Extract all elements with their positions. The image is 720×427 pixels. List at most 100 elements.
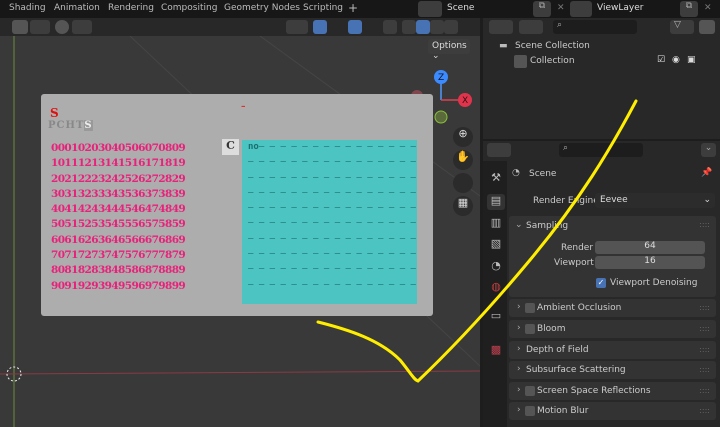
editor-type-icon[interactable]	[487, 143, 511, 157]
snap-icon[interactable]	[12, 20, 28, 34]
solid-shading-icon[interactable]	[416, 20, 430, 34]
grid-row[interactable]: 70717273747576777879	[51, 248, 186, 263]
close-view-layer-icon[interactable]: ✕	[704, 3, 712, 13]
wireframe-shading-icon[interactable]	[402, 20, 416, 34]
collection-icon: ▬	[499, 41, 508, 51]
world-tab-icon[interactable]: ◍	[487, 280, 505, 296]
tab-animation[interactable]: Animation	[54, 3, 100, 13]
snap-target-icon[interactable]	[30, 20, 50, 34]
options-dropdown[interactable]: Options ⌄	[428, 39, 470, 61]
section-label: Ambient Occlusion	[537, 303, 622, 313]
collection-icon	[514, 55, 527, 68]
pin-icon[interactable]: 📌	[701, 168, 712, 178]
chevron-down-icon[interactable]: ⌄	[515, 220, 523, 230]
options-label: Options	[432, 41, 467, 51]
grid-row[interactable]: 40414243444546474849	[51, 202, 186, 217]
section-subsurface-scattering[interactable]: › Subsurface Scattering::::	[509, 361, 716, 379]
svg-text:Z: Z	[438, 73, 444, 83]
section-ambient-occlusion[interactable]: › Ambient Occlusion::::	[509, 299, 716, 317]
grid-row[interactable]: 30313233343536373839	[51, 187, 186, 202]
close-scene-icon[interactable]: ✕	[557, 3, 565, 13]
scene-collection-label[interactable]: Scene Collection	[515, 41, 590, 51]
view-layer-tab-icon[interactable]: ▧	[487, 237, 505, 253]
xray-icon[interactable]	[383, 20, 397, 34]
visibility-icon[interactable]	[286, 20, 308, 34]
section-screen-space-reflections[interactable]: › Screen Space Reflections::::	[509, 382, 716, 400]
outliner: ⌕ ▽ ▬ Scene Collection Collection ☑ ◉ ▣	[483, 18, 720, 139]
tab-compositing[interactable]: Compositing	[161, 3, 217, 13]
tab-c[interactable]: C	[57, 120, 66, 131]
render-tab-icon[interactable]: ▤	[487, 194, 505, 210]
add-workspace-button[interactable]: +	[348, 1, 358, 15]
output-tab-icon[interactable]: ▥	[487, 216, 505, 232]
grid-row[interactable]: 60616263646566676869	[51, 233, 186, 248]
tab-s[interactable]: S	[84, 120, 93, 131]
properties-search-input[interactable]: ⌕	[559, 143, 643, 157]
view-layer-icon[interactable]	[570, 1, 592, 17]
section-label: Screen Space Reflections	[537, 386, 651, 396]
material-shading-icon[interactable]	[430, 20, 444, 34]
viewport-samples-field[interactable]: 16	[595, 256, 705, 269]
panel-dashes: – – – – – – – – – – – – – – – – – – – – …	[258, 142, 417, 152]
drag-handle-icon[interactable]: ::::	[699, 220, 710, 229]
context-label: Scene	[529, 169, 557, 179]
viewport-samples-label: Viewport	[554, 258, 594, 268]
number-grid: 00010203040506070809 1011121314151617181…	[51, 141, 186, 294]
section-checkbox[interactable]	[525, 324, 535, 334]
rendered-shading-icon[interactable]	[444, 20, 458, 34]
eye-icon[interactable]: ◉	[672, 55, 680, 65]
collection-label[interactable]: Collection	[530, 56, 575, 66]
exclude-checkbox[interactable]: ☑	[657, 55, 665, 65]
outliner-search-input[interactable]: ⌕	[553, 20, 637, 34]
section-checkbox[interactable]	[525, 386, 535, 396]
filter-icon[interactable]: ▽	[670, 20, 694, 34]
scene-tab-icon[interactable]: ◔	[487, 259, 505, 275]
section-checkbox[interactable]	[525, 406, 535, 416]
sampling-title[interactable]: Sampling	[526, 221, 568, 231]
tab-p[interactable]: P	[48, 120, 57, 131]
text-panel: no– – – – – – – – – – – – – – – – – – – …	[242, 140, 417, 304]
display-mode-icon[interactable]	[489, 20, 513, 34]
grid-row[interactable]: 00010203040506070809	[51, 141, 186, 156]
section-checkbox[interactable]	[525, 303, 535, 313]
scene-selector-icon[interactable]	[418, 1, 442, 17]
section-depth-of-field[interactable]: › Depth of Field::::	[509, 341, 716, 359]
gizmo-toggle-icon[interactable]	[313, 20, 327, 34]
new-collection-icon[interactable]	[699, 20, 715, 34]
camera-icon[interactable]: ▣	[687, 55, 696, 65]
overlay-toggle-icon[interactable]	[348, 20, 362, 34]
scene-name[interactable]: Scene	[447, 3, 474, 13]
camera-view-icon[interactable]	[453, 173, 473, 193]
view-layer-name[interactable]: ViewLayer	[597, 3, 643, 13]
pan-hand-icon[interactable]: ✋	[453, 150, 473, 170]
collection-tab-icon[interactable]: ▭	[487, 309, 505, 325]
grid-row[interactable]: 50515253545556575859	[51, 217, 186, 232]
ortho-grid-icon[interactable]: ▦	[453, 196, 473, 216]
filter-view-icon[interactable]	[519, 20, 543, 34]
tab-h[interactable]: H	[66, 120, 76, 131]
tool-tab-icon[interactable]: ⚒	[487, 171, 505, 187]
grid-row[interactable]: 10111213141516171819	[51, 156, 186, 171]
tab-geometry-nodes[interactable]: Geometry Nodes	[224, 3, 300, 13]
tab-rendering[interactable]: Rendering	[108, 3, 154, 13]
texture-tab-icon[interactable]: ▩	[487, 343, 505, 359]
tab-scripting[interactable]: Scripting	[303, 3, 343, 13]
section-bloom[interactable]: › Bloom::::	[509, 320, 716, 338]
falloff-icon[interactable]	[72, 20, 92, 34]
grid-row[interactable]: 90919293949596979899	[51, 279, 186, 294]
proportional-edit-icon[interactable]	[55, 20, 69, 34]
zoom-icon[interactable]: ⊕	[453, 127, 473, 147]
panel-line: no– – – – – – – – – – – – – – – – – – – …	[242, 140, 417, 155]
denoise-checkbox[interactable]: ✓	[596, 278, 606, 288]
copy-view-layer-icon[interactable]: ⧉	[680, 1, 698, 17]
render-engine-dropdown[interactable]: Eevee ⌄	[595, 193, 715, 208]
tab-shading[interactable]: Shading	[9, 3, 46, 13]
section-motion-blur[interactable]: › Motion Blur::::	[509, 402, 716, 420]
grid-row[interactable]: 80818283848586878889	[51, 263, 186, 278]
grid-row[interactable]: 20212223242526272829	[51, 172, 186, 187]
options-chevron-icon[interactable]: ⌄	[701, 143, 716, 157]
copy-scene-icon[interactable]: ⧉	[533, 1, 551, 17]
c-button[interactable]: C	[222, 139, 239, 155]
viewport-denoising-label: Viewport Denoising	[610, 278, 698, 288]
render-samples-field[interactable]: 64	[595, 241, 705, 254]
